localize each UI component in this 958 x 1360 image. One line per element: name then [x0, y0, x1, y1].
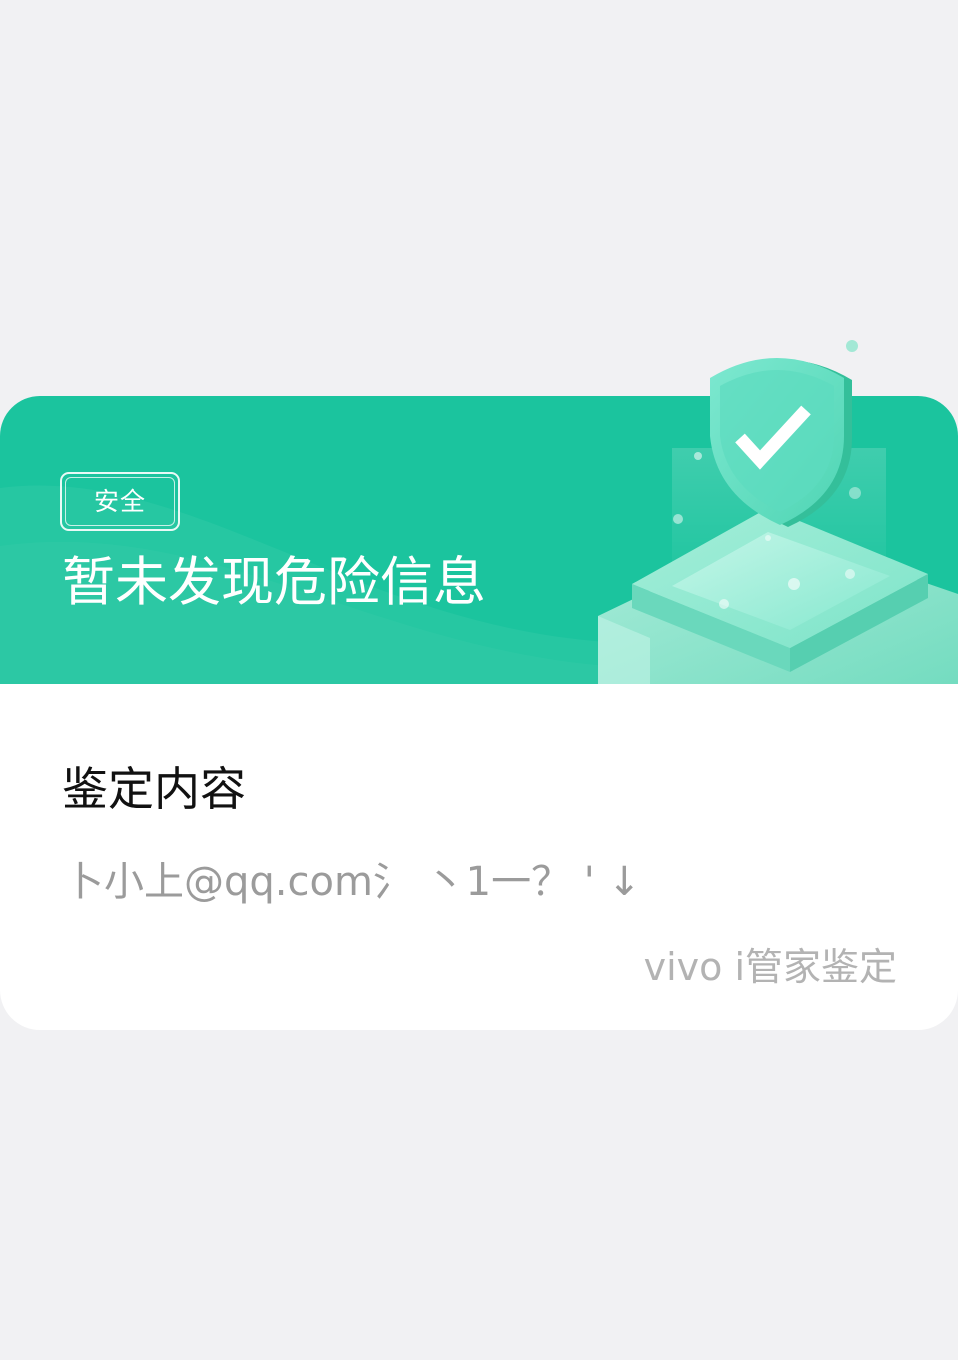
security-result-card: 安全 暂未发现危险信息 鉴定内容 卜小上@qq.com氵 丶1一？ ' ↓ vi…: [0, 340, 958, 1030]
sparkle-dot: [694, 452, 702, 460]
result-title: 暂未发现危险信息: [62, 552, 486, 613]
badge-label: 安全: [93, 486, 146, 516]
page: 安全 暂未发现危险信息 鉴定内容 卜小上@qq.com氵 丶1一？ ' ↓ vi…: [0, 0, 958, 1360]
badge-inner-frame: 安全: [65, 477, 175, 526]
attribution-label: vivo i管家鉴定: [643, 945, 897, 989]
sparkle-dot-top: [846, 340, 858, 352]
sparkle-dot: [765, 535, 771, 541]
card-body: 鉴定内容 卜小上@qq.com氵 丶1一？ ' ↓ vivo i管家鉴定: [0, 684, 958, 1030]
identified-content: 卜小上@qq.com氵 丶1一？ ' ↓: [64, 859, 642, 905]
security-illustration: [598, 340, 958, 684]
sparkle-dot: [719, 599, 729, 609]
sparkle-dot: [849, 487, 861, 499]
sparkle-dot: [788, 578, 800, 590]
safe-badge: 安全: [60, 472, 180, 531]
platform-pedestal: [598, 508, 958, 684]
sparkle-dot: [673, 514, 683, 524]
sparkle-dot: [845, 569, 855, 579]
section-title: 鉴定内容: [62, 762, 246, 816]
